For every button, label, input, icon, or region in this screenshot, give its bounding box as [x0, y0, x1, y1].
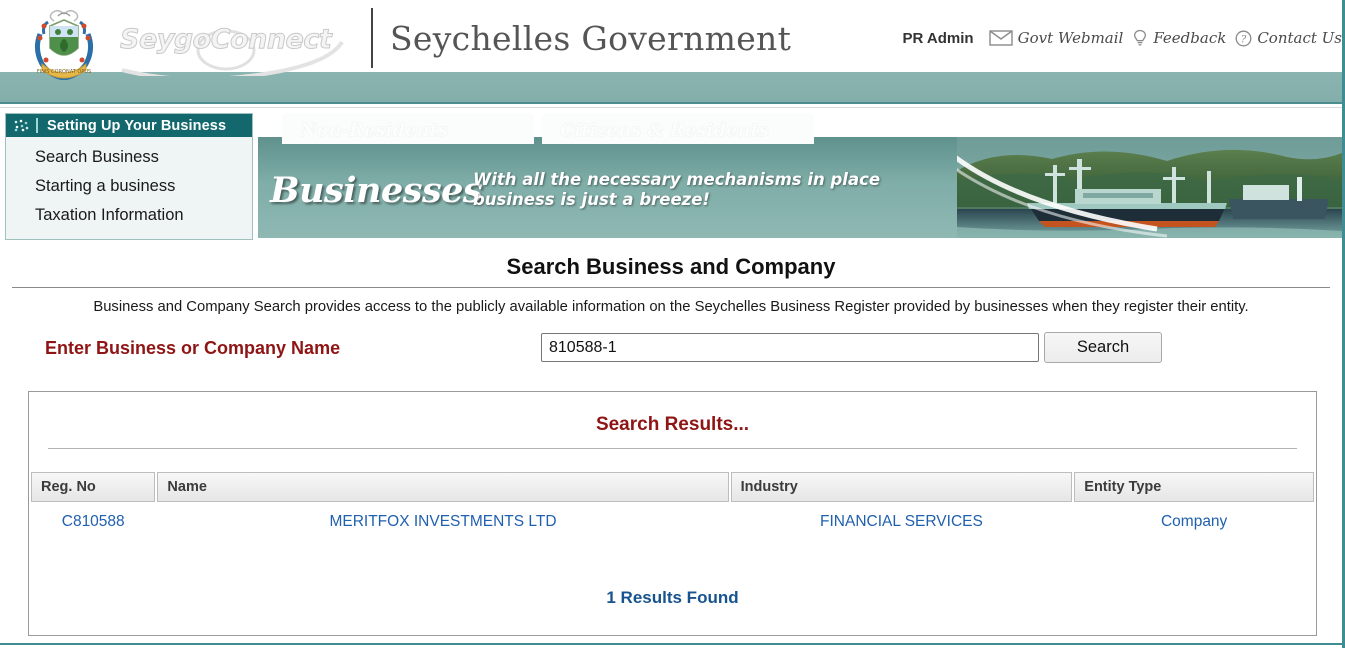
header-link-label: Contact Us — [1257, 29, 1342, 47]
envelope-icon — [988, 30, 1013, 46]
footer-accent-rule — [0, 643, 1342, 645]
search-button[interactable]: Search — [1044, 332, 1162, 363]
column-header-name: Name — [157, 472, 729, 502]
results-count: 1 Results Found — [606, 588, 739, 607]
header-links: PR Admin Govt Webmail Feedback ? Contact… — [902, 29, 1342, 47]
tab-citizens-residents[interactable]: Citizens & Residents — [542, 113, 814, 144]
sidebar-header: Setting Up Your Business — [6, 114, 252, 137]
site-header: FINIS CORONAT OPUS SeygoConnect Seychell… — [0, 0, 1342, 81]
sidebar: Setting Up Your Business Search Business… — [5, 113, 253, 240]
sidebar-item-starting-a-business[interactable]: Starting a business — [6, 172, 252, 201]
lightbulb-icon — [1134, 29, 1147, 46]
banner-tabs: Non-Residents Citizens & Residents — [282, 113, 814, 144]
seygo-connect-logo[interactable]: SeygoConnect — [119, 24, 360, 76]
results-table: Reg. No Name Industry Entity Type C81058… — [29, 472, 1316, 542]
sidebar-item-taxation-information[interactable]: Taxation Information — [6, 201, 252, 230]
banner-tagline-line2: business is just a breeze! — [473, 190, 710, 209]
nav-banner-strip: Setting Up Your Business Search Business… — [0, 108, 1342, 245]
results-panel: Search Results... Reg. No Name Industry … — [28, 391, 1317, 636]
results-title: Search Results... — [595, 414, 750, 435]
table-header-row: Reg. No Name Industry Entity Type — [31, 472, 1314, 502]
banner-tagline: With all the necessary mechanisms in pla… — [473, 170, 880, 210]
search-row: Enter Business or Company Name Search — [0, 315, 1342, 371]
header-link-label: Govt Webmail — [1017, 29, 1124, 47]
results-divider — [48, 448, 1297, 449]
cell-entity-type[interactable]: Company — [1074, 502, 1314, 542]
question-circle-icon: ? — [1235, 30, 1252, 46]
current-user-label: PR Admin — [902, 29, 974, 47]
site-title: Seychelles Government — [390, 19, 792, 58]
cell-reg-no[interactable]: C810588 — [31, 502, 155, 542]
cell-name[interactable]: MERITFOX INVESTMENTS LTD — [157, 502, 728, 542]
header-link-label: Feedback — [1153, 29, 1227, 47]
column-header-reg-no: Reg. No — [31, 472, 156, 502]
coat-of-arms-icon: FINIS CORONAT OPUS — [28, 4, 100, 81]
page-root: FINIS CORONAT OPUS SeygoConnect Seychell… — [0, 0, 1345, 648]
table-row[interactable]: C810588 MERITFOX INVESTMENTS LTD FINANCI… — [31, 502, 1314, 542]
harbour-ships-photo — [957, 137, 1342, 238]
cell-industry[interactable]: FINANCIAL SERVICES — [731, 502, 1073, 542]
svg-text:?: ? — [1241, 34, 1247, 45]
brand-name: SeygoConnect — [119, 24, 332, 56]
svg-text:FINIS CORONAT OPUS: FINIS CORONAT OPUS — [37, 69, 91, 75]
sidebar-item-search-business[interactable]: Search Business — [6, 143, 252, 172]
search-input[interactable] — [541, 333, 1039, 362]
banner-body: Businesses With all the necessary mechan… — [258, 137, 1342, 238]
sidebar-title: Setting Up Your Business — [47, 117, 227, 134]
header-link-contact-us[interactable]: ? Contact Us — [1235, 29, 1342, 47]
main-content: Search Business and Company Business and… — [0, 245, 1342, 636]
section-banner: Non-Residents Citizens & Residents Busin… — [258, 113, 1342, 238]
banner-headline: Businesses — [270, 170, 483, 211]
banner-tagline-line1: With all the necessary mechanisms in pla… — [473, 170, 881, 189]
column-header-industry: Industry — [730, 472, 1073, 502]
header-link-feedback[interactable]: Feedback — [1132, 29, 1226, 47]
header-divider — [371, 8, 373, 68]
sidebar-menu: Search Business Starting a business Taxa… — [6, 137, 252, 239]
tab-non-residents[interactable]: Non-Residents — [282, 113, 534, 144]
header-link-govt-webmail[interactable]: Govt Webmail — [988, 29, 1124, 47]
sidebar-header-divider — [36, 118, 38, 133]
dots-grid-icon — [14, 119, 29, 132]
page-title: Search Business and Company — [506, 254, 836, 279]
column-header-entity-type: Entity Type — [1074, 472, 1314, 502]
teal-accent-bar — [0, 72, 1342, 104]
intro-text: Business and Company Search provides acc… — [93, 299, 1249, 315]
search-label: Enter Business or Company Name — [45, 338, 341, 358]
